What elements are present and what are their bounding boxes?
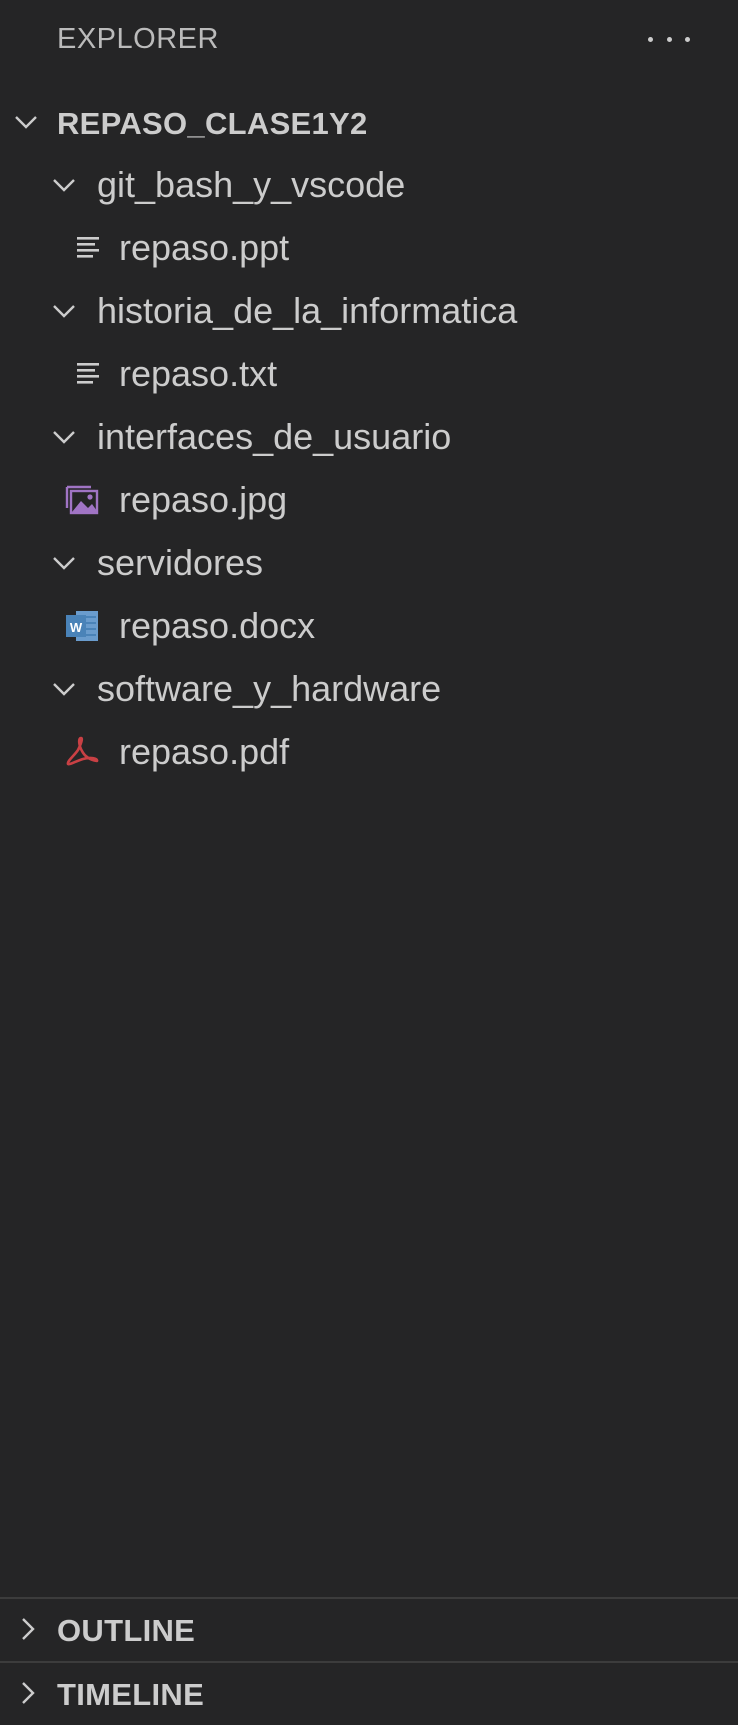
file-row[interactable]: W repaso.docx	[0, 594, 738, 657]
folder-name: servidores	[97, 542, 264, 583]
folder-row[interactable]: interfaces_de_usuario	[0, 405, 738, 468]
chevron-right-icon	[22, 1618, 35, 1640]
chevron-right-icon	[22, 1682, 35, 1704]
timeline-label: TIMELINE	[57, 1677, 205, 1712]
folder-name: git_bash_y_vscode	[97, 164, 406, 205]
chevron-down-icon	[53, 179, 75, 192]
file-name: repaso.jpg	[119, 479, 288, 520]
folder-name: interfaces_de_usuario	[97, 416, 452, 457]
file-row[interactable]: repaso.txt	[0, 342, 738, 405]
chevron-down-icon	[53, 431, 75, 444]
outline-panel-header[interactable]: OUTLINE	[0, 1597, 738, 1661]
chevron-down-icon	[53, 683, 75, 696]
file-name: repaso.txt	[119, 353, 278, 394]
workspace-name: REPASO_CLASE1Y2	[57, 106, 368, 141]
file-row[interactable]: repaso.ppt	[0, 216, 738, 279]
outline-label: OUTLINE	[57, 1613, 196, 1648]
folder-row[interactable]: git_bash_y_vscode	[0, 153, 738, 216]
folder-row[interactable]: historia_de_la_informatica	[0, 279, 738, 342]
explorer-title: EXPLORER	[57, 23, 219, 55]
folder-name: historia_de_la_informatica	[97, 290, 518, 331]
file-name: repaso.docx	[119, 605, 316, 646]
timeline-panel-header[interactable]: TIMELINE	[0, 1661, 738, 1725]
file-row[interactable]: repaso.pdf	[0, 720, 738, 783]
word-icon: W	[66, 611, 98, 641]
image-icon	[65, 485, 99, 515]
chevron-down-icon	[53, 305, 75, 318]
file-tree: REPASO_CLASE1Y2 git_bash_y_vscode repaso…	[0, 90, 738, 783]
folder-row[interactable]: servidores	[0, 531, 738, 594]
folder-name: software_y_hardware	[97, 668, 442, 709]
text-lines-icon	[77, 363, 99, 384]
chevron-down-icon	[15, 116, 37, 129]
file-name: repaso.ppt	[119, 227, 290, 268]
folder-row[interactable]: software_y_hardware	[0, 657, 738, 720]
chevron-down-icon	[53, 557, 75, 570]
ellipsis-icon[interactable]	[645, 24, 693, 54]
text-lines-icon	[77, 237, 99, 258]
file-row[interactable]: repaso.jpg	[0, 468, 738, 531]
svg-text:W: W	[70, 620, 83, 635]
file-name: repaso.pdf	[119, 731, 290, 772]
explorer-header: EXPLORER	[0, 0, 738, 78]
pdf-icon	[66, 736, 99, 766]
workspace-root[interactable]: REPASO_CLASE1Y2	[0, 90, 738, 153]
